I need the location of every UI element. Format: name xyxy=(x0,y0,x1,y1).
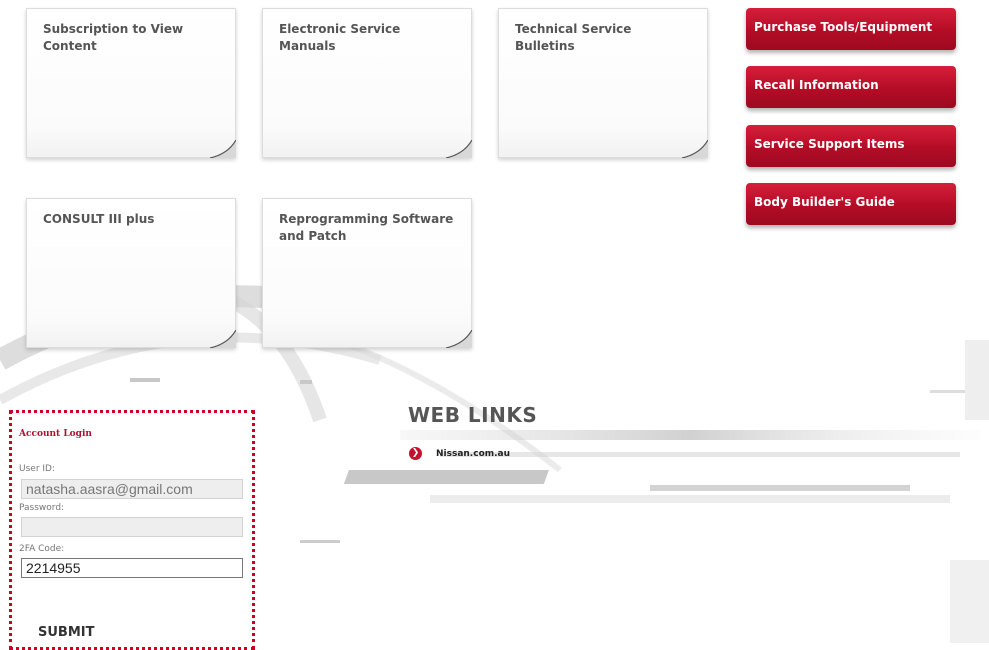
user-id-label: User ID: xyxy=(19,464,55,474)
submit-button[interactable]: SUBMIT xyxy=(38,625,94,640)
card-reprogramming-software[interactable]: Reprogramming Software and Patch xyxy=(262,198,472,348)
page-curl-icon xyxy=(210,330,236,348)
web-link-label: Nissan.com.au xyxy=(436,448,511,459)
recall-information-button[interactable]: Recall Information xyxy=(746,66,956,108)
login-heading: Account Login xyxy=(19,429,92,439)
twofa-label: 2FA Code: xyxy=(19,544,65,554)
page-curl-icon xyxy=(446,140,472,158)
card-consult-iii-plus[interactable]: CONSULT III plus xyxy=(26,198,236,348)
user-id-input[interactable] xyxy=(21,479,243,499)
page-curl-icon xyxy=(210,140,236,158)
card-subscription[interactable]: Subscription to View Content xyxy=(26,8,236,158)
purchase-tools-button[interactable]: Purchase Tools/Equipment xyxy=(746,8,956,50)
password-label: Password: xyxy=(19,503,65,513)
page-curl-icon xyxy=(446,330,472,348)
twofa-code-input[interactable] xyxy=(21,558,243,578)
body-builders-guide-button[interactable]: Body Builder's Guide xyxy=(746,183,956,225)
card-title: CONSULT III plus xyxy=(43,212,155,226)
chevron-right-circle-icon: ❯ xyxy=(409,447,422,460)
account-login-panel: Account Login User ID: Password: 2FA Cod… xyxy=(9,410,255,650)
page-curl-icon xyxy=(682,140,708,158)
password-input[interactable] xyxy=(21,517,243,537)
card-title: Technical Service Bulletins xyxy=(515,22,632,53)
card-electronic-service-manuals[interactable]: Electronic Service Manuals xyxy=(262,8,472,158)
card-title: Reprogramming Software and Patch xyxy=(279,212,454,243)
card-technical-service-bulletins[interactable]: Technical Service Bulletins xyxy=(498,8,708,158)
web-links-heading: WEB LINKS xyxy=(408,403,538,427)
card-title: Subscription to View Content xyxy=(43,22,184,53)
service-support-items-button[interactable]: Service Support Items xyxy=(746,125,956,167)
card-title: Electronic Service Manuals xyxy=(279,22,401,53)
web-link-nissan[interactable]: ❯ Nissan.com.au xyxy=(409,447,510,460)
